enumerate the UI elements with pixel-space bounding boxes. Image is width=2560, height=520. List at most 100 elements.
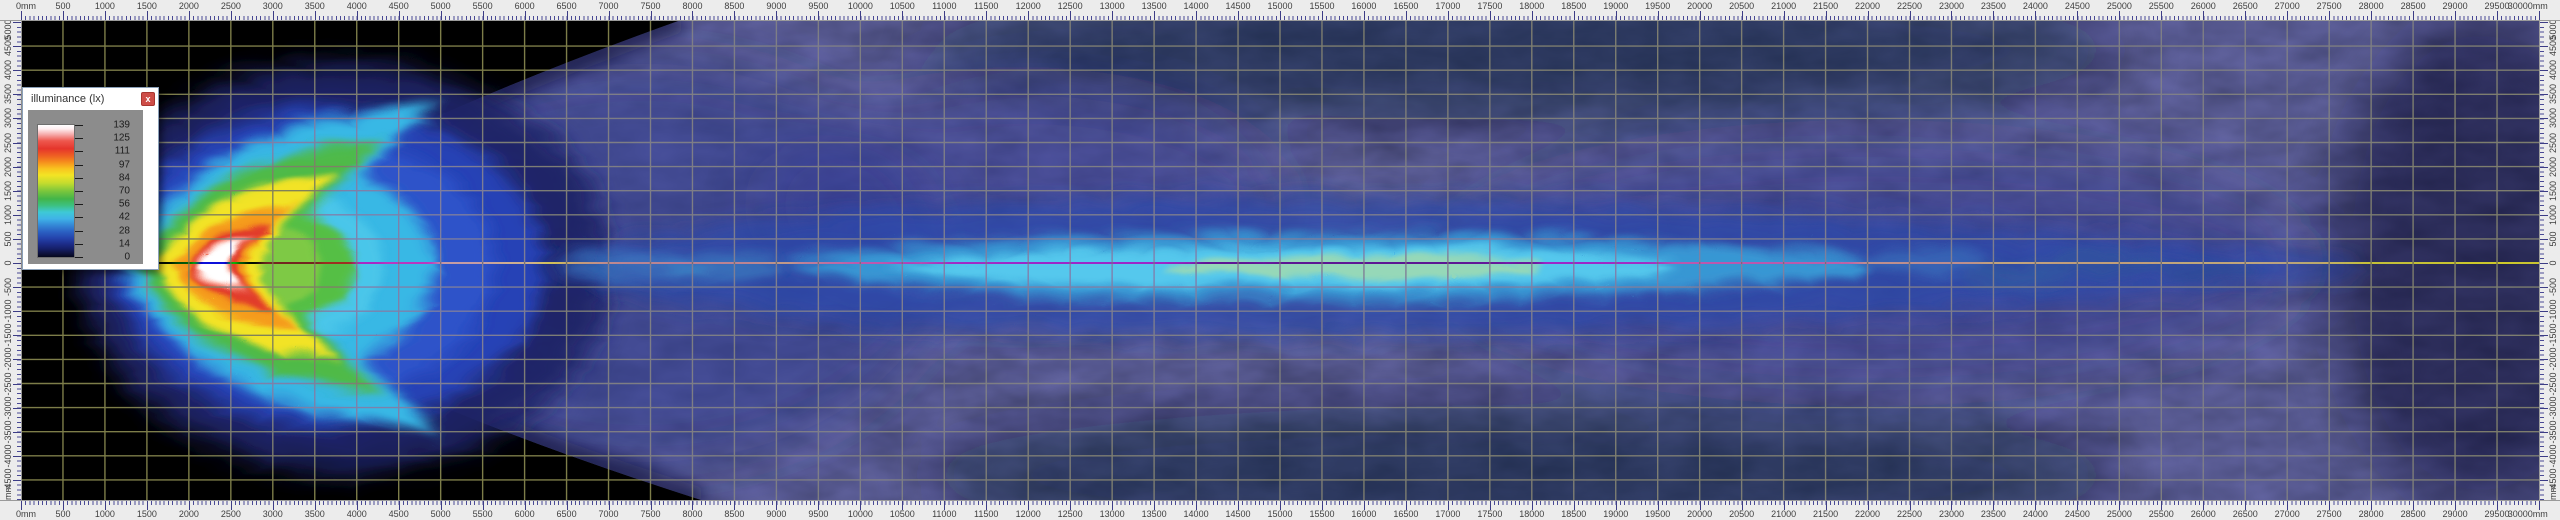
ruler-major-tick: [1322, 11, 1323, 20]
ruler-label: -1500: [3, 324, 13, 347]
ruler-label: 15500: [1309, 509, 1334, 519]
ruler-major-tick: [567, 11, 568, 20]
ruler-label: 9500: [808, 509, 828, 519]
ruler-label: 3000: [263, 509, 283, 519]
ruler-label: 24000: [2023, 509, 2048, 519]
ruler-label: 0: [2548, 260, 2558, 265]
ruler-label: 6000: [515, 509, 535, 519]
ruler-label: 13000: [1100, 1, 1125, 11]
ruler-major-tick: [2161, 11, 2162, 20]
ruler-label: 26000: [2191, 509, 2216, 519]
ruler-label: 19500: [1645, 1, 1670, 11]
ruler-label: 4000: [347, 509, 367, 519]
ruler-major-tick: [13, 215, 21, 216]
ruler-major-tick: [13, 456, 21, 457]
legend-tick: [75, 125, 83, 126]
legend-value: 42: [86, 212, 130, 223]
ruler-label: 3500: [305, 509, 325, 519]
ruler-label: 25500: [2149, 1, 2174, 11]
illuminance-map[interactable]: [21, 20, 2539, 500]
ruler-major-tick: [13, 432, 21, 433]
ruler-label: 6500: [557, 1, 577, 11]
legend-colorbar: [37, 124, 75, 258]
ruler-label: 27500: [2317, 1, 2342, 11]
ruler-major-tick: [13, 263, 21, 264]
ruler-label: 10000: [848, 509, 873, 519]
grid-overlay: [21, 20, 2539, 500]
ruler-label: 9500: [808, 1, 828, 11]
ruler-major-tick: [692, 11, 693, 20]
legend-window: illuminance (lx) x 139125111978470564228…: [22, 87, 159, 270]
ruler-major-tick: [2245, 11, 2246, 20]
ruler-label: 13000: [1100, 509, 1125, 519]
ruler-label: 0: [3, 260, 13, 265]
ruler-label: 3500: [305, 1, 325, 11]
ruler-label: 16000: [1351, 509, 1376, 519]
ruler-label: 1500: [2548, 181, 2558, 201]
ruler-label: 10000: [848, 1, 873, 11]
ruler-major-tick: [13, 167, 21, 168]
ruler-label: 3500: [2548, 84, 2558, 104]
ruler-major-tick: [2540, 311, 2548, 312]
ruler-major-tick: [2540, 456, 2548, 457]
ruler-label: 1500: [137, 1, 157, 11]
ruler-major-tick: [2540, 167, 2548, 168]
legend-tick: [75, 191, 83, 192]
ruler-label: 12500: [1058, 509, 1083, 519]
ruler-major-tick: [13, 384, 21, 385]
ruler-major-tick: [13, 118, 21, 119]
ruler-label: 12500: [1058, 1, 1083, 11]
ruler-major-tick: [2540, 118, 2548, 119]
ruler-major-tick: [2540, 432, 2548, 433]
legend-tick: [75, 244, 83, 245]
ruler-label: 22500: [1897, 1, 1922, 11]
ruler-major-tick: [231, 11, 232, 20]
ruler-label: 12000: [1016, 509, 1041, 519]
ruler-label: 2000: [2548, 157, 2558, 177]
ruler-label: 11500: [974, 1, 998, 11]
ruler-label: 11500: [974, 509, 998, 519]
ruler-major-tick: [1364, 11, 1365, 20]
close-button[interactable]: x: [141, 92, 155, 106]
ruler-major-tick: [105, 11, 106, 20]
ruler-label: 18000: [1519, 509, 1544, 519]
legend-tick: [75, 165, 83, 166]
ruler-label: 23500: [1981, 1, 2006, 11]
ruler-label: 21000: [1771, 1, 1796, 11]
legend-window-titlebar[interactable]: illuminance (lx): [23, 88, 158, 110]
ruler-label: 15000: [1267, 509, 1292, 519]
ruler-label: 19000: [1603, 509, 1628, 519]
ruler-major-tick: [13, 480, 21, 481]
ruler-label: 18500: [1561, 1, 1586, 11]
ruler-label: 11000: [932, 1, 956, 11]
legend-value: 97: [86, 159, 130, 170]
ruler-label: 9000: [766, 509, 786, 519]
ruler-label: 13500: [1142, 509, 1167, 519]
ruler-major-tick: [2539, 11, 2540, 20]
ruler-major-tick: [63, 11, 64, 20]
legend-tick: [75, 231, 83, 232]
legend-tick: [75, 257, 83, 258]
ruler-major-tick: [1574, 11, 1575, 20]
ruler-major-tick: [399, 11, 400, 20]
ruler-label: 2500: [221, 1, 241, 11]
ruler-major-tick: [2203, 11, 2204, 20]
ruler-label: -3500: [2548, 420, 2558, 443]
ruler-label: 30000mm: [2508, 1, 2548, 11]
ruler-label: 30000mm: [2508, 509, 2548, 519]
ruler-label: 22000: [1855, 509, 1880, 519]
ruler-label: 29000: [2443, 509, 2468, 519]
ruler-label: 1500: [137, 509, 157, 519]
ruler-major-tick: [818, 11, 819, 20]
ruler-major-tick: [1028, 11, 1029, 20]
ruler-label: 4500: [3, 36, 13, 56]
ruler-major-tick: [13, 22, 21, 23]
ruler-label: 8000: [682, 1, 702, 11]
ruler-label: 3500: [3, 84, 13, 104]
ruler-major-tick: [2540, 335, 2548, 336]
ruler-label: 4000: [3, 60, 13, 80]
ruler-label: 25000: [2107, 1, 2132, 11]
ruler-major-tick: [273, 11, 274, 20]
ruler-label: 21500: [1813, 509, 1838, 519]
legend-value: 70: [86, 186, 130, 197]
